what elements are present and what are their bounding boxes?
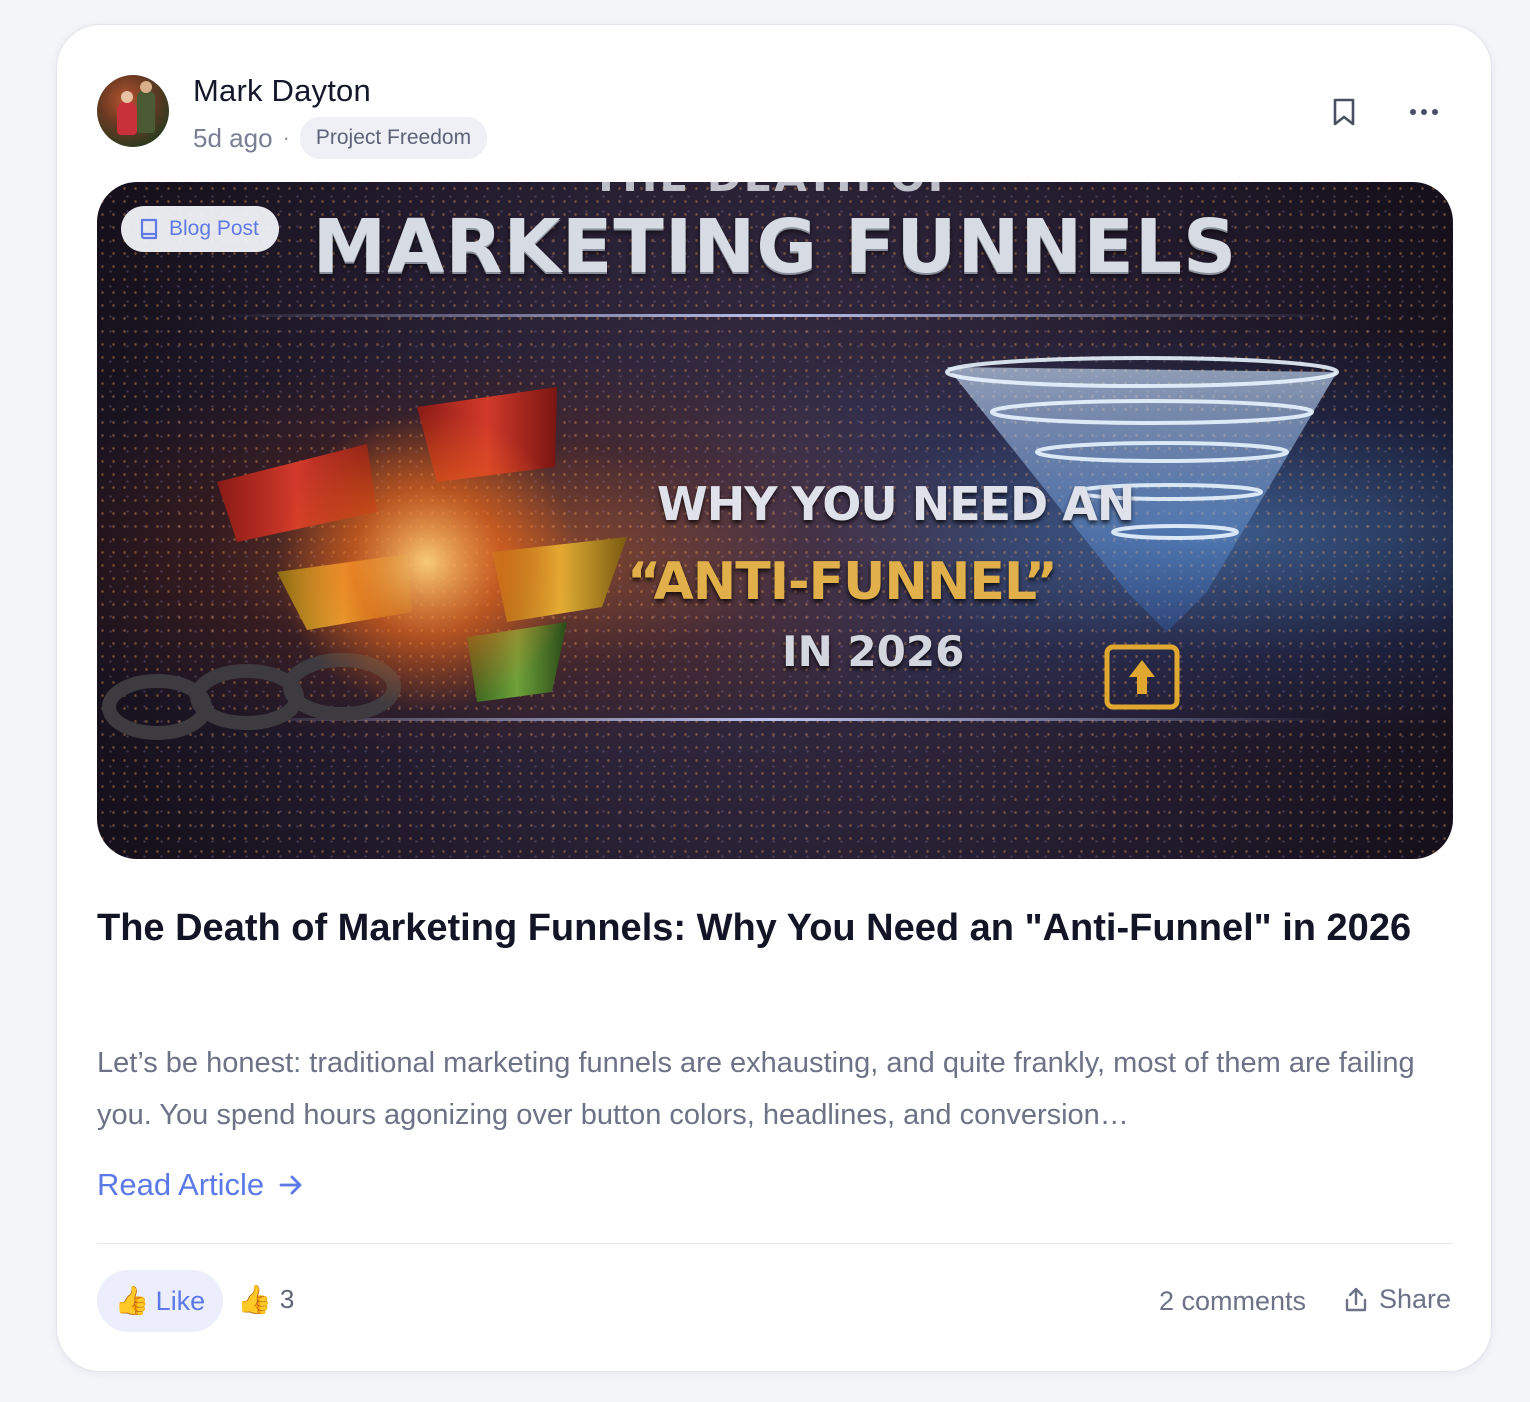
- like-label: Like: [155, 1285, 206, 1316]
- article-title[interactable]: The Death of Marketing Funnels: Why You …: [97, 893, 1417, 964]
- thumbs-up-icon: 👍: [114, 1285, 150, 1316]
- footer-divider: [97, 1243, 1453, 1244]
- book-icon: [140, 218, 158, 240]
- cover-subtitle-line1: WHY YOU NEED AN: [657, 477, 1135, 531]
- blog-post-badge: Blog Post: [121, 206, 279, 252]
- avatar-face: [140, 81, 152, 93]
- share-label: Share: [1379, 1284, 1452, 1314]
- thumbs-up-icon: 👍: [237, 1283, 272, 1315]
- more-horizontal-icon: [1410, 109, 1438, 115]
- cover-subtitle-line3: IN 2026: [782, 627, 965, 676]
- author-avatar[interactable]: [97, 75, 169, 147]
- reaction-count: 3: [279, 1284, 295, 1314]
- avatar-figure: [137, 89, 155, 133]
- post-card: Mark Dayton 5d ago · Project Freedom MAR…: [56, 24, 1492, 1372]
- comments-link[interactable]: 2 comments: [1159, 1286, 1306, 1317]
- meta-separator: ·: [282, 125, 290, 150]
- reaction-summary[interactable]: 👍 3: [237, 1284, 294, 1315]
- cover-title: MARKETING FUNNELS: [312, 204, 1238, 290]
- avatar-face: [121, 91, 133, 103]
- cover-subtitle-line2: “ANTI-FUNNEL”: [627, 552, 1058, 612]
- share-icon: [1345, 1287, 1367, 1311]
- like-button[interactable]: 👍 Like: [97, 1270, 223, 1332]
- share-button[interactable]: Share: [1343, 1284, 1451, 1315]
- post-meta: 5d ago · Project Freedom: [193, 117, 488, 159]
- more-options-button[interactable]: [1404, 95, 1444, 129]
- author-name[interactable]: Mark Dayton: [193, 73, 371, 109]
- post-time: 5d ago: [193, 122, 273, 153]
- read-article-label: Read Article: [97, 1167, 265, 1202]
- bookmark-icon: [1333, 98, 1355, 126]
- arrow-right-icon: [279, 1175, 302, 1195]
- blog-post-badge-label: Blog Post: [169, 217, 259, 240]
- bookmark-button[interactable]: [1327, 95, 1361, 129]
- read-article-link[interactable]: Read Article: [97, 1167, 304, 1203]
- avatar-figure: [117, 101, 137, 135]
- article-excerpt: Let’s be honest: traditional marketing f…: [97, 1047, 1415, 1131]
- community-tag[interactable]: Project Freedom: [299, 117, 488, 159]
- article-cover-image[interactable]: THE DEATH OF MARKETING FUNNELS WHY YOU N…: [97, 182, 1453, 859]
